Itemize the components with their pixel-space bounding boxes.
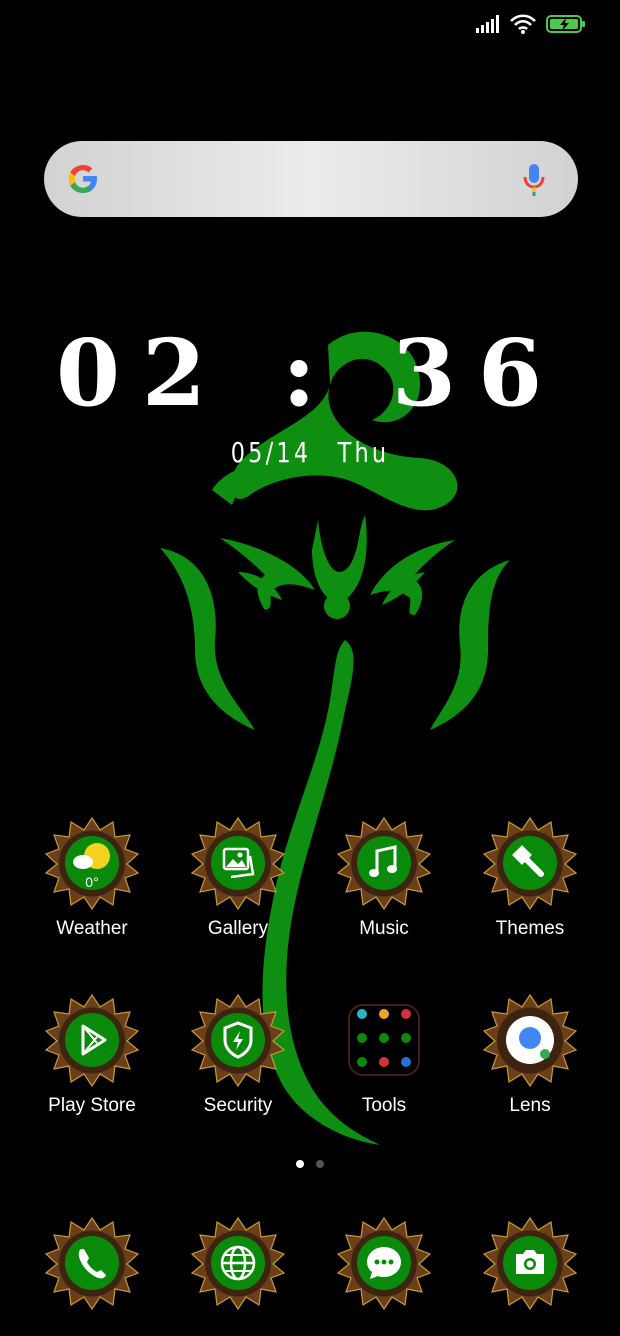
music-note-icon [337,817,431,910]
app-label: Play Store [48,1095,136,1116]
app-label: Tools [361,1095,407,1116]
app-label: Security [203,1095,273,1116]
battery-charging-icon [546,15,585,33]
app-gallery[interactable]: Gallery [168,816,308,940]
gallery-icon [191,817,285,910]
clock-time[interactable]: 02 : 36 [0,318,620,428]
app-play-store[interactable]: Play Store [22,993,162,1117]
globe-icon [191,1217,285,1310]
lens-icon [483,994,577,1087]
dock-camera[interactable] [460,1216,600,1310]
app-label: Lens [509,1095,551,1116]
weather-icon [45,817,139,910]
google-g-icon [68,165,97,193]
dock-messages[interactable] [314,1216,454,1310]
app-weather[interactable]: 0° Weather [22,816,162,940]
mic-icon[interactable] [522,163,546,197]
page-dot-1[interactable] [296,1160,304,1168]
weekday: Thu [337,436,390,469]
date-value: 05/14 [230,436,312,469]
app-label: Weather [56,918,128,939]
search-bar[interactable] [44,141,578,217]
clock-date[interactable]: 05/14 Thu [62,436,558,469]
message-icon [337,1217,431,1310]
app-label: Music [359,918,409,939]
app-music[interactable]: Music [314,816,454,940]
wifi-icon [510,14,536,34]
page-indicator [0,1160,620,1168]
paintbrush-icon [483,817,577,910]
app-label: Themes [495,918,565,939]
app-themes[interactable]: Themes [460,816,600,940]
status-bar [476,14,586,34]
signal-icon [476,15,499,33]
dock-browser[interactable] [168,1216,308,1310]
app-security[interactable]: Security [168,993,308,1117]
page-dot-2[interactable] [316,1160,324,1168]
app-lens[interactable]: Lens [460,993,600,1117]
camera-icon [483,1217,577,1310]
play-store-icon [45,994,139,1087]
app-tools[interactable]: Tools [314,993,454,1117]
phone-icon [45,1217,139,1310]
dock-phone[interactable] [22,1216,162,1310]
shield-bolt-icon [191,994,285,1087]
weather-temp: 0° [85,874,99,890]
app-label: Gallery [207,918,269,939]
tools-folder-icon [348,1004,420,1076]
